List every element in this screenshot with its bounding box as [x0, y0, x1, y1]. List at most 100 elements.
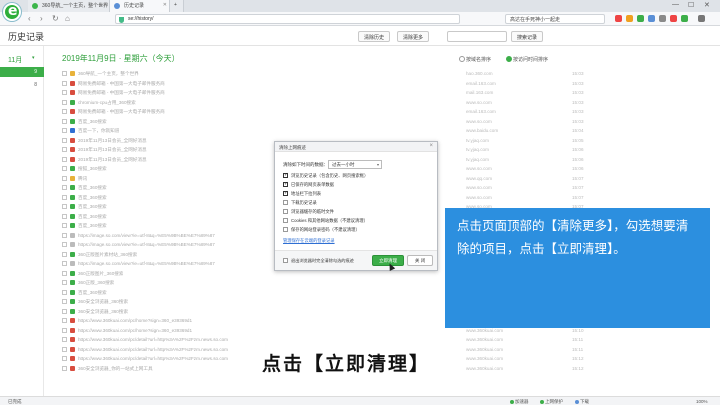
extension-icon[interactable]: [637, 15, 644, 22]
history-row[interactable]: 网易免费邮箱 - 中国第一大电子邮件服务商 email.163.com 15:03: [62, 80, 600, 89]
history-row[interactable]: 360导航_一个主页，整个世界 hao.360.com 15:03: [62, 70, 600, 79]
tab-home[interactable]: 360导航_一个主页，整个世界 ✕: [28, 0, 110, 12]
clear-option[interactable]: 保存的网站登录密码（不建议清理）: [283, 227, 360, 235]
clear-option[interactable]: 地址栏下拉列表: [283, 190, 321, 199]
row-checkbox[interactable]: [62, 261, 67, 266]
sort-by-domain-radio[interactable]: 按域名排序: [459, 56, 491, 63]
row-title[interactable]: 2019年11月13日会员_全网好消息: [78, 157, 147, 163]
row-title[interactable]: https://image.so.com/view?ie=utf-8&q=%E5…: [78, 261, 215, 266]
dialog-close-button[interactable]: 关 闭: [407, 255, 433, 266]
row-title[interactable]: 360安全浏览器_360搜索: [78, 299, 128, 305]
sort-by-time-radio[interactable]: 按访问时间排序: [506, 56, 548, 63]
toolbar-search-input[interactable]: 高达在手死神小一起走: [505, 14, 605, 24]
maximize-button[interactable]: ☐: [688, 1, 694, 9]
row-title[interactable]: https://www.360kuai.com/pc/home?sign=360…: [78, 318, 192, 323]
row-title[interactable]: 百度_360搜索: [78, 204, 107, 210]
status-item[interactable]: 上网保护: [540, 399, 563, 405]
browser-logo-icon[interactable]: [3, 3, 21, 21]
clear-more-button[interactable]: 清除更多: [397, 31, 430, 42]
row-checkbox[interactable]: [62, 242, 67, 247]
history-row[interactable]: 百度_360搜索 www.so.com 15:03: [62, 118, 600, 127]
home-button[interactable]: ⌂: [65, 14, 70, 23]
row-title[interactable]: 360正版_360搜索: [78, 280, 114, 286]
chevron-down-icon[interactable]: ▾: [32, 55, 35, 61]
extension-icon[interactable]: [626, 15, 633, 22]
row-title[interactable]: 网易免费邮箱 - 中国第一大电子邮件服务商: [78, 90, 165, 96]
history-row[interactable]: 网易免费邮箱 - 中国第一大电子邮件服务商 email.163.com 15:03: [62, 108, 600, 117]
clear-option[interactable]: 下载历史记录: [283, 200, 317, 208]
row-checkbox[interactable]: [62, 223, 67, 228]
row-title[interactable]: 搜狐_360搜索: [78, 166, 107, 172]
row-checkbox[interactable]: [62, 299, 67, 304]
clear-on-exit-checkbox[interactable]: 退出浏览器时完全清除勾选的痕迹: [283, 258, 354, 264]
row-checkbox[interactable]: [62, 71, 67, 76]
row-title[interactable]: 360安全浏览器_360搜索: [78, 309, 128, 315]
menu-icon[interactable]: [698, 15, 705, 22]
row-checkbox[interactable]: [62, 289, 67, 295]
row-checkbox[interactable]: [62, 137, 67, 143]
row-checkbox[interactable]: [62, 109, 67, 114]
row-checkbox[interactable]: [62, 156, 67, 162]
history-row[interactable]: 百度一下，你就知道 www.baidu.com 15:04: [62, 127, 600, 136]
extension-icon[interactable]: [670, 15, 677, 22]
new-tab-button[interactable]: +: [170, 0, 184, 12]
row-title[interactable]: https://image.so.com/view?ie=utf-8&q=%E5…: [78, 233, 215, 238]
tab-close-icon[interactable]: ✕: [163, 2, 167, 8]
row-checkbox[interactable]: [62, 213, 67, 219]
row-checkbox[interactable]: [62, 232, 67, 238]
row-checkbox[interactable]: [62, 90, 67, 95]
row-title[interactable]: chromium-cpu占用_360搜索: [78, 100, 136, 106]
row-title[interactable]: 百度_360搜索: [78, 214, 107, 220]
row-title[interactable]: https://www.360kuai.com/pc/detail?url=ht…: [78, 347, 228, 352]
row-title[interactable]: https://www.360kuai.com/pc/detail?url=ht…: [78, 356, 228, 361]
row-title[interactable]: https://www.360kuai.com/pc/detail?url=ht…: [78, 337, 228, 342]
url-input[interactable]: se://history/: [115, 14, 460, 24]
row-checkbox[interactable]: [62, 346, 67, 352]
row-checkbox[interactable]: [62, 118, 67, 124]
clear-option[interactable]: 浏览历史记录（包含历史、网页搜索框）: [283, 172, 368, 181]
refresh-button[interactable]: ↻: [52, 14, 59, 23]
month-label[interactable]: 11月: [8, 55, 22, 65]
search-history-button[interactable]: 搜索记录: [511, 31, 544, 42]
row-checkbox[interactable]: [62, 175, 67, 181]
checkbox-box[interactable]: [283, 258, 288, 263]
checkbox-box[interactable]: [283, 218, 288, 223]
row-title[interactable]: 百度_360搜索: [78, 290, 107, 296]
row-checkbox[interactable]: [62, 251, 67, 257]
row-title[interactable]: 360安全浏览器_你的一站式上网工具: [78, 366, 153, 372]
row-checkbox[interactable]: [62, 270, 67, 276]
row-checkbox[interactable]: [62, 365, 67, 371]
row-checkbox[interactable]: [62, 166, 67, 171]
row-checkbox[interactable]: [62, 99, 67, 105]
manage-logins-link[interactable]: 管理保存在云端的登录记录: [283, 238, 335, 244]
status-item[interactable]: 加速器: [510, 399, 529, 405]
extension-icon[interactable]: [681, 15, 688, 22]
tab-close-icon[interactable]: ✕: [103, 2, 107, 8]
row-checkbox[interactable]: [62, 204, 67, 209]
row-title[interactable]: 百度_360搜索: [78, 223, 107, 229]
history-row[interactable]: https://www.360kuai.com/pc/detail?url=ht…: [62, 336, 600, 345]
back-button[interactable]: ‹: [28, 14, 31, 23]
sidebar-day-9[interactable]: 9: [0, 67, 44, 77]
row-title[interactable]: 网易免费邮箱 - 中国第一大电子邮件服务商: [78, 81, 165, 87]
row-title[interactable]: 360正版图片素材站_360搜索: [78, 252, 137, 258]
row-checkbox[interactable]: [62, 308, 67, 314]
sidebar-day-8[interactable]: 8: [0, 80, 44, 90]
dialog-close-icon[interactable]: ×: [429, 143, 433, 149]
row-title[interactable]: 360导航_一个主页，整个世界: [78, 71, 139, 77]
checkbox-box[interactable]: [283, 181, 288, 187]
extension-icon[interactable]: [615, 15, 622, 22]
time-range-select[interactable]: 过去一小时 ▾: [328, 160, 382, 169]
row-checkbox[interactable]: [62, 356, 67, 361]
row-checkbox[interactable]: [62, 194, 67, 200]
extension-icon[interactable]: [659, 15, 666, 22]
history-search-input[interactable]: [447, 31, 507, 42]
row-title[interactable]: 百度一下，你就知道: [78, 128, 119, 134]
row-checkbox[interactable]: [62, 327, 67, 333]
close-window-button[interactable]: ✕: [704, 1, 710, 9]
forward-button[interactable]: ›: [40, 14, 43, 23]
zoom-level[interactable]: 100%: [696, 399, 708, 404]
clear-option[interactable]: 浏览器缓存的临时文件: [283, 209, 334, 217]
clear-history-button[interactable]: 清除历史: [358, 31, 391, 42]
extension-icon[interactable]: [648, 15, 655, 22]
